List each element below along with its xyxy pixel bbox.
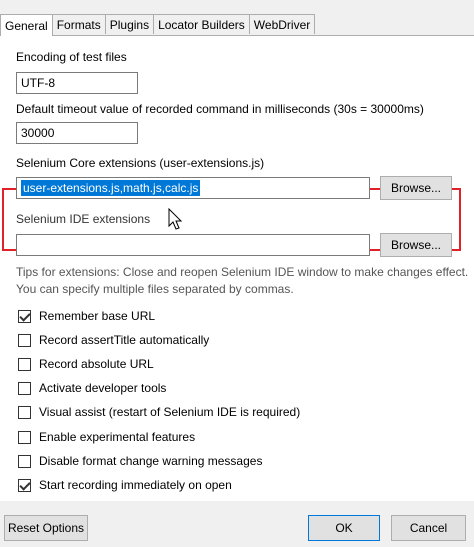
core-extensions-value: user-extensions.js,math.js,calc.js	[21, 180, 201, 196]
tab-formats[interactable]: Formats	[51, 14, 106, 34]
tab-plugins[interactable]: Plugins	[104, 14, 155, 34]
checkbox[interactable]	[18, 454, 31, 468]
tab-webdriver[interactable]: WebDriver	[248, 14, 316, 34]
dialog-footer: Reset Options OK Cancel	[0, 501, 474, 547]
core-extensions-browse-button[interactable]: Browse...	[380, 176, 452, 200]
option-label: Activate developer tools	[39, 381, 167, 395]
checkbox[interactable]	[18, 309, 31, 323]
option-remember-base-url[interactable]: Remember base URL	[18, 308, 155, 324]
cancel-button[interactable]: Cancel	[391, 515, 466, 541]
option-start-recording[interactable]: Start recording immediately on open	[18, 477, 232, 493]
encoding-input[interactable]: UTF-8	[16, 72, 138, 94]
extensions-tips: Tips for extensions: Close and reopen Se…	[16, 264, 468, 298]
timeout-label: Default timeout value of recorded comman…	[16, 102, 424, 116]
checkbox[interactable]	[18, 357, 31, 371]
option-experimental-features[interactable]: Enable experimental features	[18, 429, 195, 445]
option-label: Record assertTitle automatically	[39, 333, 210, 347]
tab-locator-builders[interactable]: Locator Builders	[153, 14, 250, 34]
tips-line-2: You can specify multiple files separated…	[16, 282, 294, 296]
option-label: Visual assist (restart of Selenium IDE i…	[39, 405, 301, 419]
option-activate-dev-tools[interactable]: Activate developer tools	[18, 380, 166, 396]
checkbox[interactable]	[18, 333, 31, 347]
encoding-label: Encoding of test files	[16, 50, 127, 64]
option-label: Remember base URL	[39, 309, 156, 323]
checkbox[interactable]	[18, 430, 31, 444]
ide-extensions-label: Selenium IDE extensions	[16, 212, 151, 226]
mouse-cursor-icon	[168, 208, 183, 230]
reset-options-button[interactable]: Reset Options	[4, 515, 88, 541]
option-visual-assist[interactable]: Visual assist (restart of Selenium IDE i…	[18, 404, 300, 420]
ok-button[interactable]: OK	[308, 515, 380, 541]
core-extensions-label: Selenium Core extensions (user-extension…	[16, 156, 265, 170]
tips-line-1: Tips for extensions: Close and reopen Se…	[16, 265, 469, 279]
checkbox[interactable]	[18, 405, 31, 419]
timeout-input[interactable]: 30000	[16, 122, 138, 144]
option-label: Disable format change warning messages	[39, 454, 263, 468]
checkbox[interactable]	[18, 478, 31, 492]
checkbox[interactable]	[18, 381, 31, 395]
option-disable-format-warning[interactable]: Disable format change warning messages	[18, 453, 262, 469]
tab-general[interactable]: General	[0, 14, 53, 36]
tab-bar: General Formats Plugins Locator Builders…	[0, 14, 316, 36]
general-panel: Encoding of test files UTF-8 Default tim…	[0, 35, 474, 501]
ide-extensions-input[interactable]	[16, 234, 370, 256]
option-label: Record absolute URL	[39, 357, 154, 371]
ide-extensions-browse-button[interactable]: Browse...	[380, 233, 452, 257]
core-extensions-input[interactable]: user-extensions.js,math.js,calc.js	[16, 177, 370, 199]
option-record-asserttitle[interactable]: Record assertTitle automatically	[18, 332, 209, 348]
option-label: Start recording immediately on open	[39, 478, 232, 492]
option-label: Enable experimental features	[39, 430, 196, 444]
option-record-absolute-url[interactable]: Record absolute URL	[18, 356, 154, 372]
